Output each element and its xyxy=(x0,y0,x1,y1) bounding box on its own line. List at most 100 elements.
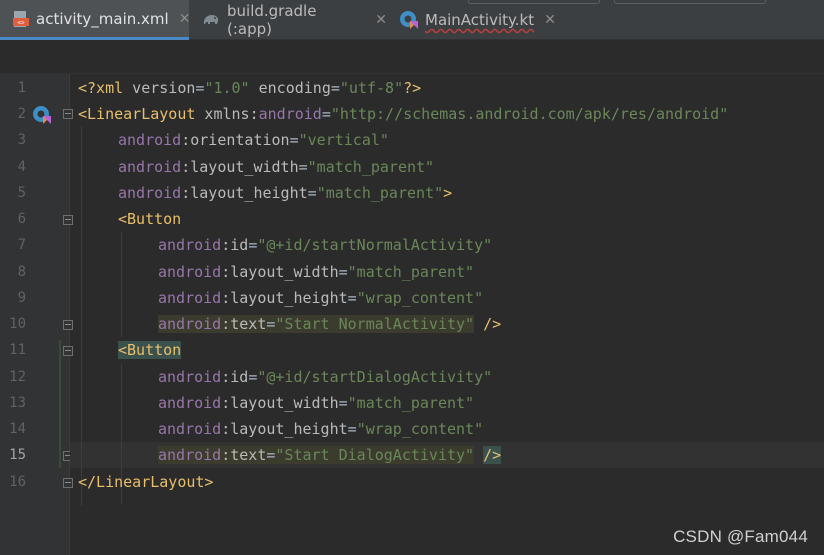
editor-gutter: 1 2 3 4 5 6 7 8 9 10 11 12 13 14 15 16 xyxy=(0,74,102,555)
attribute-value: "Start DialogActivity" xyxy=(275,446,475,464)
watermark: CSDN @Fam044 xyxy=(673,527,808,546)
breadcrumb-bar xyxy=(0,40,824,74)
attribute-value: "match_parent" xyxy=(347,263,475,281)
attribute-value: "utf-8" xyxy=(339,79,404,97)
line-number: 8 xyxy=(17,264,26,280)
colon: : xyxy=(221,368,231,386)
colon: : xyxy=(221,420,231,438)
tab-mainactivity-kt[interactable]: MainActivity.kt ✕ xyxy=(387,0,563,40)
attribute-value: "@+id/startNormalActivity" xyxy=(257,236,493,254)
line-number: 9 xyxy=(17,290,26,306)
colon: : xyxy=(221,315,231,333)
hidden-tab-edge xyxy=(614,0,766,4)
xml-file-icon: <> xyxy=(12,9,30,29)
colon: : xyxy=(249,105,259,123)
equals-sign: = xyxy=(347,420,357,438)
namespace-prefix: android xyxy=(158,315,222,333)
line-number: 16 xyxy=(9,474,26,490)
line-number: 12 xyxy=(9,369,26,385)
line-number: 7 xyxy=(17,237,26,253)
attribute-name: id xyxy=(230,368,249,386)
colon: : xyxy=(181,158,191,176)
attribute-name: encoding xyxy=(249,79,331,97)
attribute-value: "Start NormalActivity" xyxy=(275,315,475,333)
tag-open: <LinearLayout xyxy=(78,105,196,123)
attribute-name: id xyxy=(230,236,249,254)
equals-sign: = xyxy=(347,289,357,307)
attribute-name: version xyxy=(123,79,196,97)
tab-activity-main-xml[interactable]: <> activity_main.xml ✕ xyxy=(0,0,190,40)
attribute-value: "@+id/startDialogActivity" xyxy=(257,368,493,386)
namespace-prefix: android xyxy=(158,368,222,386)
namespace-prefix: android xyxy=(258,105,322,123)
line-number: 3 xyxy=(17,132,26,148)
code-line-13: android:layout_width="match_parent" xyxy=(78,390,824,416)
fold-marker-icon[interactable] xyxy=(63,215,73,225)
line-number: 5 xyxy=(17,185,26,201)
code-line-3: android:orientation="vertical" xyxy=(78,127,824,153)
close-icon[interactable]: ✕ xyxy=(375,12,387,28)
line-number: 6 xyxy=(17,211,26,227)
colon: : xyxy=(181,184,191,202)
namespace-prefix: android xyxy=(158,263,222,281)
change-marker xyxy=(59,340,61,468)
xml-declaration-open: <?xml xyxy=(78,79,124,97)
hidden-tab-edge xyxy=(468,0,600,4)
line-number: 1 xyxy=(17,80,26,96)
tab-build-gradle[interactable]: build.gradle (:app) ✕ xyxy=(189,0,387,40)
equals-sign: = xyxy=(248,236,258,254)
colon: : xyxy=(221,289,231,307)
fold-marker-icon[interactable] xyxy=(63,478,73,488)
tag-open: <Button xyxy=(118,341,182,359)
namespace-prefix: android xyxy=(158,236,222,254)
equals-sign: = xyxy=(298,158,308,176)
tab-label: MainActivity.kt xyxy=(425,11,535,29)
attribute-name: layout_height xyxy=(230,420,348,438)
gradle-elephant-icon xyxy=(201,10,221,30)
equals-sign: = xyxy=(289,131,299,149)
kotlin-class-icon xyxy=(399,10,419,30)
namespace-prefix: android xyxy=(158,420,222,438)
line-number: 10 xyxy=(9,316,26,332)
attribute-name: layout_width xyxy=(230,263,339,281)
attribute-name: orientation xyxy=(190,131,290,149)
namespace-prefix: android xyxy=(118,131,182,149)
attribute-name: text xyxy=(230,446,267,464)
code-line-12: android:id="@+id/startDialogActivity" xyxy=(78,364,824,390)
code-line-11: <Button xyxy=(78,337,824,363)
colon: : xyxy=(221,394,231,412)
attribute-name: text xyxy=(230,315,267,333)
svg-text:<>: <> xyxy=(17,19,25,26)
code-line-6: <Button xyxy=(78,206,824,232)
editor-tab-bar: <> activity_main.xml ✕ build.gradle (:ap… xyxy=(0,0,824,40)
line-number: 14 xyxy=(9,421,26,437)
attribute-value: "1.0" xyxy=(204,79,250,97)
attribute-value: "http://schemas.android.com/apk/res/andr… xyxy=(330,105,729,123)
equals-sign: = xyxy=(307,184,317,202)
attribute-name: layout_width xyxy=(190,158,299,176)
fold-marker-icon[interactable] xyxy=(63,346,73,356)
tag-close: /> xyxy=(483,446,502,464)
fold-marker-icon[interactable] xyxy=(63,320,73,330)
colon: : xyxy=(181,131,191,149)
namespace-prefix: android xyxy=(158,289,222,307)
namespace-prefix: android xyxy=(158,446,222,464)
colon: : xyxy=(221,236,231,254)
equals-sign: = xyxy=(330,79,340,97)
xml-declaration-close: ?> xyxy=(403,79,422,97)
namespace-prefix: android xyxy=(118,158,182,176)
tag-close: /> xyxy=(474,315,502,333)
line-number: 2 xyxy=(17,106,26,122)
namespace-prefix: android xyxy=(118,184,182,202)
close-icon[interactable]: ✕ xyxy=(544,12,556,28)
attribute-name: layout_height xyxy=(230,289,348,307)
attribute-value: "vertical" xyxy=(298,131,389,149)
equals-sign: = xyxy=(248,368,258,386)
highlighted-attribute: android:text="Start NormalActivity" xyxy=(158,315,475,333)
tag-close: </LinearLayout> xyxy=(78,473,214,491)
fold-marker-icon[interactable] xyxy=(63,109,73,119)
line-number: 4 xyxy=(17,159,26,175)
kotlin-class-gutter-icon[interactable] xyxy=(32,105,52,125)
colon: : xyxy=(221,446,231,464)
line-number: 13 xyxy=(9,395,26,411)
